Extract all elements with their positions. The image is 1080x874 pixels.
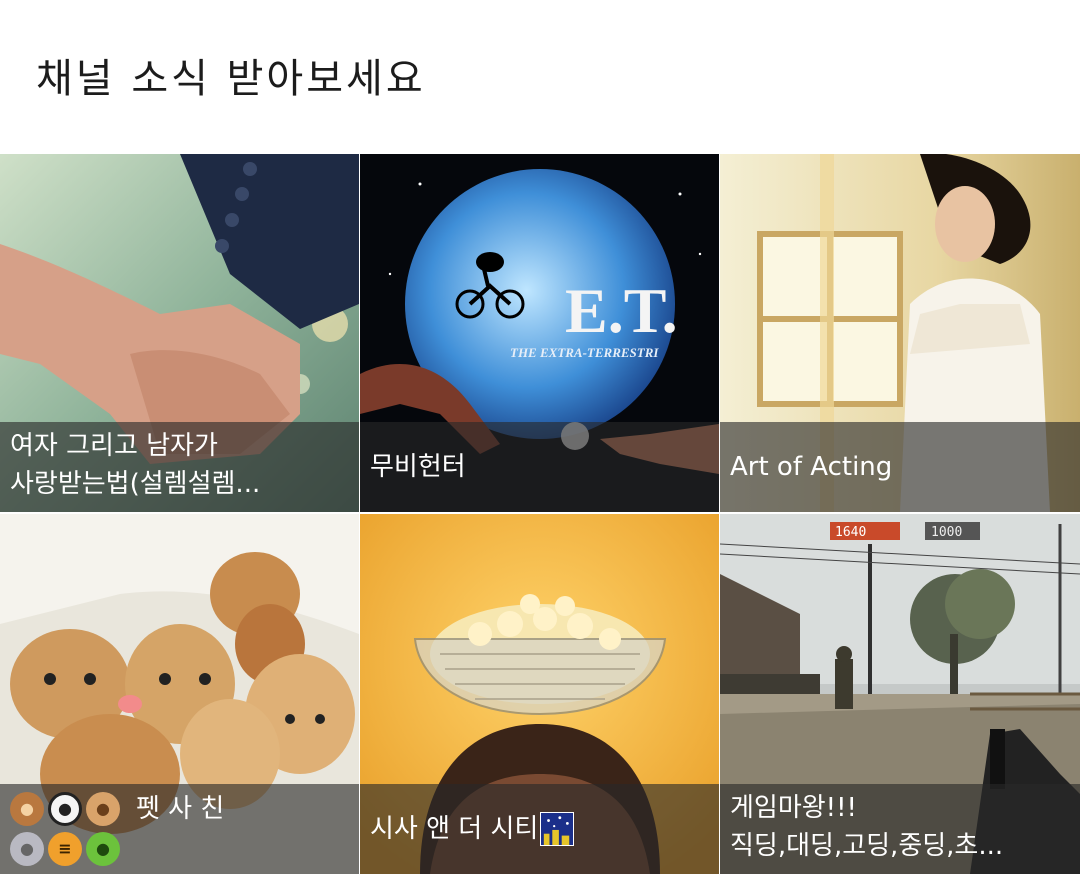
tiger-emoji-icon: ≡ bbox=[48, 832, 82, 866]
channel-tile-3[interactable]: Art of Acting bbox=[720, 154, 1080, 512]
channel-caption: 게임마왕!!! 직딩,대딩,고딩,중딩,초... bbox=[720, 784, 1080, 874]
page-title: 채널 소식 받아보세요 bbox=[36, 56, 426, 102]
monkey-emoji-icon: ● bbox=[10, 792, 44, 826]
panda-emoji-icon: ● bbox=[48, 792, 82, 826]
channel-title-line-2: 직딩,대딩,고딩,중딩,초... bbox=[730, 831, 1004, 861]
poster-subtitle: THE EXTRA-TERRESTRI bbox=[510, 345, 659, 360]
channel-caption: 시사 앤 더 시티 bbox=[360, 784, 719, 874]
mouse-emoji-icon: ● bbox=[10, 832, 44, 866]
channel-title-line-2: 사랑받는법(설렘설렘... bbox=[10, 469, 261, 499]
channel-title-line-1: 무비헌터 bbox=[370, 452, 466, 482]
hud-score-2: 1000 bbox=[931, 525, 962, 540]
channel-caption: ● ● ● 펫 사 친 ● ≡ ● bbox=[0, 784, 359, 874]
channel-title-line-1: 펫 사 친 bbox=[136, 794, 225, 824]
frog-emoji-icon: ● bbox=[86, 832, 120, 866]
header: 채널 소식 받아보세요 bbox=[0, 0, 1080, 154]
night-city-icon bbox=[540, 812, 575, 846]
channel-title-line-1: Art of Acting bbox=[730, 452, 893, 482]
emoji-row-1: ● ● ● 펫 사 친 bbox=[10, 789, 349, 829]
poster-title: E.T. bbox=[565, 275, 678, 346]
channel-tile-1[interactable]: 여자 그리고 남자가 사랑받는법(설렘설렘... bbox=[0, 154, 359, 512]
channel-title-line-1: 여자 그리고 남자가 bbox=[10, 431, 218, 461]
channel-grid: 여자 그리고 남자가 사랑받는법(설렘설렘... E.T. THE EXTRA-… bbox=[0, 154, 1080, 874]
hud-score-1: 1640 bbox=[835, 525, 866, 540]
dog-emoji-icon: ● bbox=[86, 792, 120, 826]
channel-title-line-1: 게임마왕!!! bbox=[730, 793, 857, 823]
channel-caption: 무비헌터 bbox=[360, 422, 719, 512]
emoji-row-2: ● ≡ ● bbox=[10, 829, 349, 869]
channel-tile-6[interactable]: 1640 1000 게임마왕!!! 직딩,대딩,고딩,중딩,초... bbox=[720, 514, 1080, 874]
channel-tile-4[interactable]: ● ● ● 펫 사 친 ● ≡ ● bbox=[0, 514, 359, 874]
channel-tile-5[interactable]: 시사 앤 더 시티 bbox=[360, 514, 719, 874]
channel-title-line-1: 시사 앤 더 시티 bbox=[370, 814, 539, 844]
channel-caption: Art of Acting bbox=[720, 422, 1080, 512]
channel-tile-2[interactable]: E.T. THE EXTRA-TERRESTRI 무비헌터 bbox=[360, 154, 719, 512]
channel-caption: 여자 그리고 남자가 사랑받는법(설렘설렘... bbox=[0, 422, 359, 512]
